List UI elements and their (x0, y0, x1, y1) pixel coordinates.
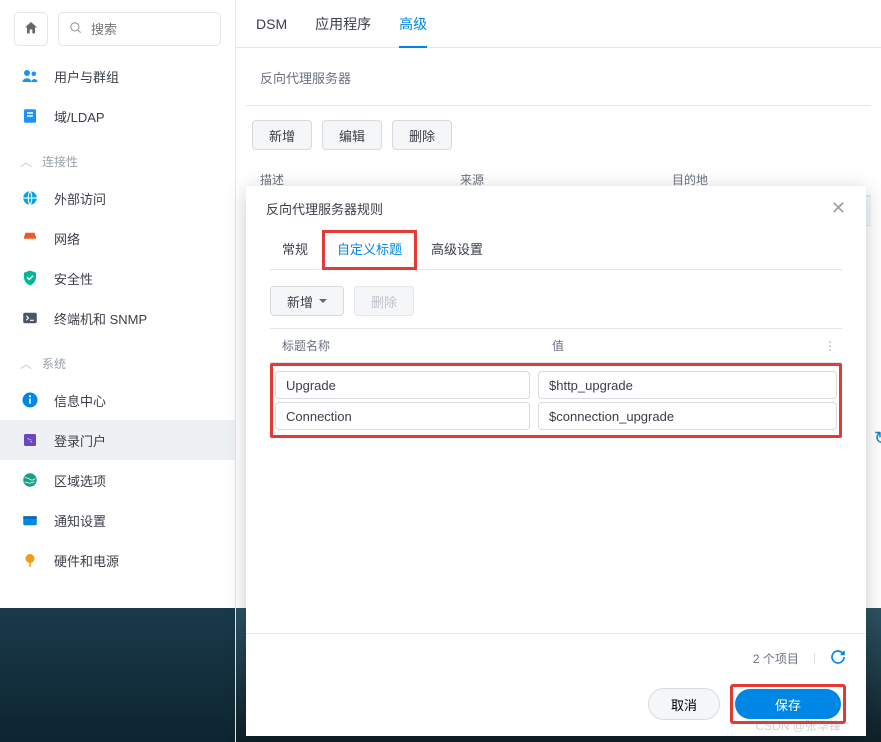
sidebar-item-label: 域/LDAP (54, 107, 105, 126)
tab-dsm[interactable]: DSM (256, 0, 287, 48)
home-icon (23, 20, 39, 39)
col-header-name: 标题名称 (270, 337, 540, 354)
main-tabs: DSM 应用程序 高级 (236, 0, 881, 48)
sidebar-item-label: 登录门户 (54, 431, 106, 450)
sidebar-item[interactable]: 外部访问 (0, 178, 235, 218)
header-value-cell[interactable]: $http_upgrade (538, 371, 837, 399)
search-input[interactable] (91, 22, 210, 37)
sidebar-item-label: 安全性 (54, 269, 93, 288)
header-row[interactable]: Upgrade $http_upgrade (275, 371, 837, 399)
region-icon (20, 470, 40, 490)
sidebar-item[interactable]: 区域选项 (0, 460, 235, 500)
sidebar-item[interactable]: 终端机和 SNMP (0, 298, 235, 338)
modal-title: 反向代理服务器规则 (266, 199, 383, 218)
header-value-cell[interactable]: $connection_upgrade (538, 402, 837, 430)
chevron-up-icon: ︿ (20, 355, 32, 372)
power-icon (20, 550, 40, 570)
modal-tab-advanced[interactable]: 高级设置 (419, 230, 495, 270)
highlighted-rows: Upgrade $http_upgrade Connection $connectio… (270, 363, 842, 438)
notify-icon (20, 510, 40, 530)
save-button[interactable]: 保存 (735, 689, 841, 719)
sidebar-item-label: 网络 (54, 229, 80, 248)
item-count: 2 个项目 (753, 650, 799, 667)
rules-modal: 反向代理服务器规则 ✕ 常规 自定义标题 高级设置 新增 删除 标题名称 值 ⋮… (246, 186, 866, 736)
col-header-value: 值 (540, 337, 818, 354)
sidebar-item[interactable]: 通知设置 (0, 500, 235, 540)
sidebar-item-label: 信息中心 (54, 391, 106, 410)
sidebar-item[interactable]: 安全性 (0, 258, 235, 298)
new-button[interactable]: 新增 (252, 120, 312, 150)
desktop-background (0, 608, 236, 742)
refresh-icon[interactable]: ↻ (874, 428, 881, 449)
sidebar-item[interactable]: 登录门户 (0, 420, 235, 460)
close-icon[interactable]: ✕ (831, 198, 846, 219)
modal-tab-general[interactable]: 常规 (270, 230, 320, 270)
sidebar-item[interactable]: 信息中心 (0, 380, 235, 420)
watermark: CSDN @张华锋 (755, 717, 841, 734)
sidebar-item[interactable]: 网络 (0, 218, 235, 258)
modal-tab-custom-headers[interactable]: 自定义标题 (322, 230, 417, 270)
network-icon (20, 228, 40, 248)
group-system[interactable]: ︿系统 (0, 346, 235, 380)
sidebar-item-label: 终端机和 SNMP (54, 309, 147, 328)
search-box[interactable] (58, 12, 221, 46)
panel-title: 反向代理服务器 (246, 48, 871, 106)
cancel-button[interactable]: 取消 (648, 688, 720, 720)
refresh-icon[interactable] (830, 649, 846, 668)
shield-icon (20, 268, 40, 288)
group-connectivity[interactable]: ︿连接性 (0, 144, 235, 178)
search-icon (69, 21, 83, 38)
sidebar-item-label: 用户与群组 (54, 67, 119, 86)
info-icon (20, 390, 40, 410)
portal-icon (20, 430, 40, 450)
add-header-button[interactable]: 新增 (270, 286, 344, 316)
delete-header-button[interactable]: 删除 (354, 286, 414, 316)
chevron-up-icon: ︿ (20, 153, 32, 170)
sidebar-item[interactable]: 域/LDAP (0, 96, 235, 136)
header-name-cell[interactable]: Upgrade (275, 371, 530, 399)
sidebar-item-label: 通知设置 (54, 511, 106, 530)
header-row[interactable]: Connection $connection_upgrade (275, 402, 837, 430)
terminal-icon (20, 308, 40, 328)
headers-table: 标题名称 值 ⋮ Upgrade $http_upgrade Connection $… (270, 328, 842, 438)
users-icon (20, 66, 40, 86)
sidebar-item-label: 区域选项 (54, 471, 106, 490)
delete-button[interactable]: 删除 (392, 120, 452, 150)
sidebar-item[interactable]: 用户与群组 (0, 56, 235, 96)
sidebar-item-label: 硬件和电源 (54, 551, 119, 570)
domain-icon (20, 106, 40, 126)
edit-button[interactable]: 编辑 (322, 120, 382, 150)
external-icon (20, 188, 40, 208)
sidebar-item-label: 外部访问 (54, 189, 106, 208)
sidebar: 用户与群组域/LDAP ︿连接性 外部访问网络安全性终端机和 SNMP ︿系统 … (0, 0, 236, 742)
home-button[interactable] (14, 12, 48, 46)
tab-apps[interactable]: 应用程序 (315, 0, 371, 48)
header-name-cell[interactable]: Connection (275, 402, 530, 430)
tab-advanced[interactable]: 高级 (399, 0, 427, 48)
sidebar-item[interactable]: 硬件和电源 (0, 540, 235, 580)
more-icon[interactable]: ⋮ (818, 339, 842, 353)
